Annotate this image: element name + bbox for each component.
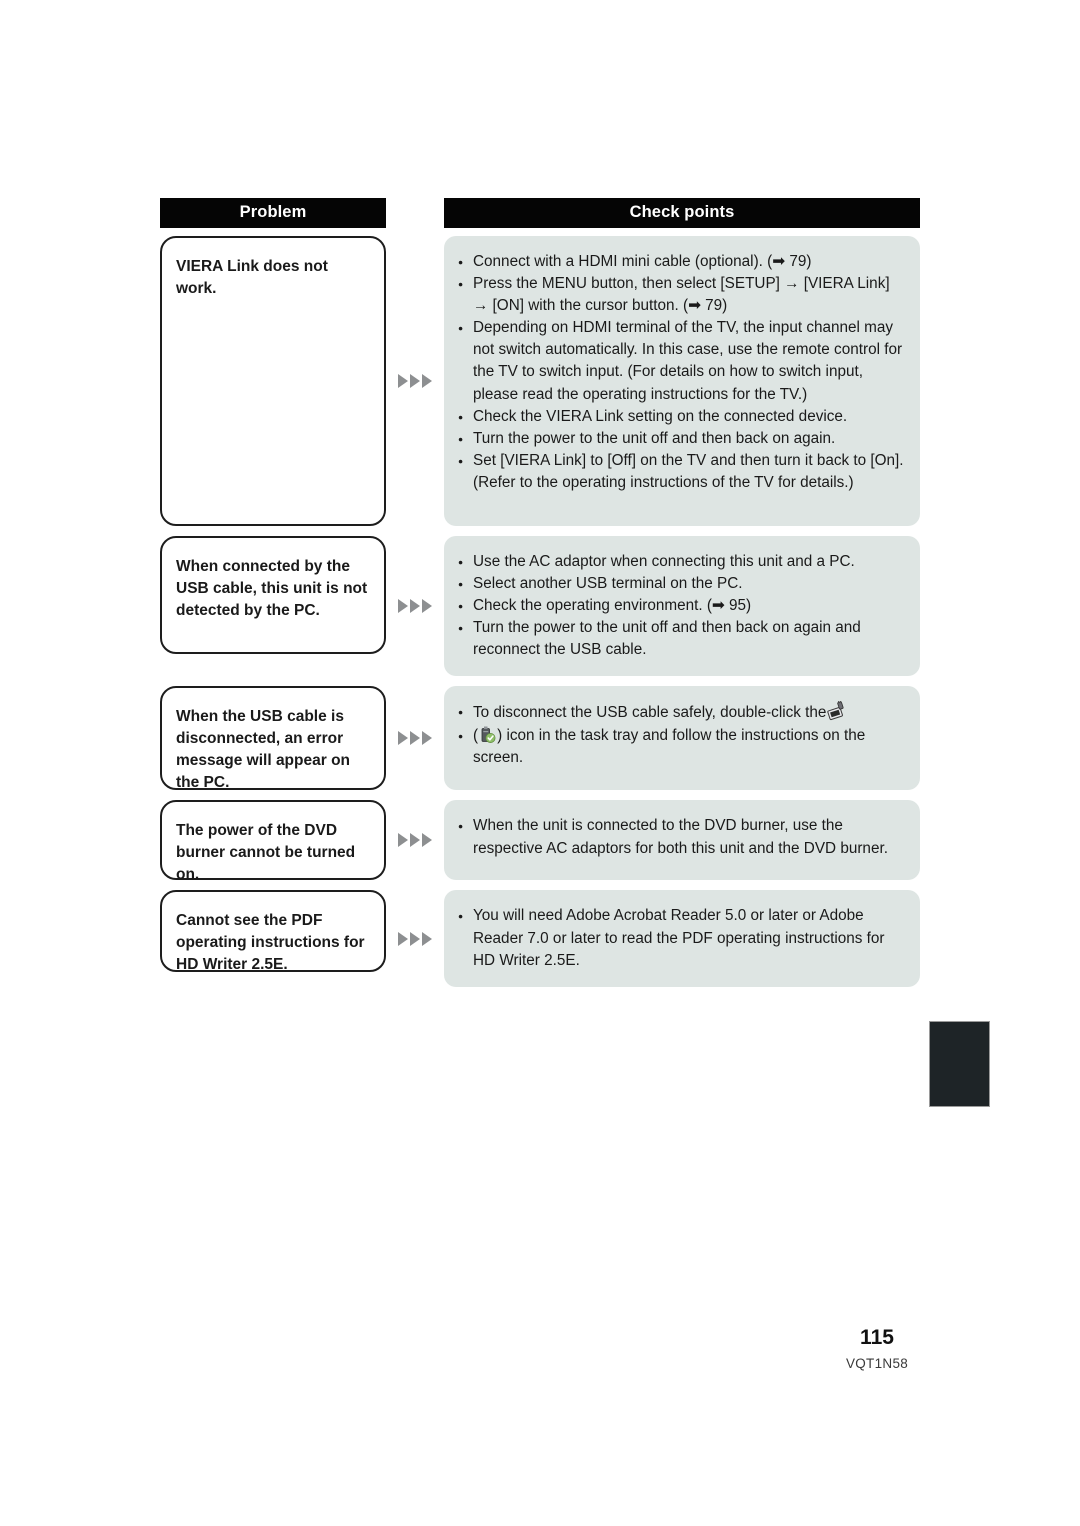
problem-cell: When the USB cable is disconnected, an e… (160, 686, 386, 791)
troubleshooting-table: VIERA Link does not work. Connect with a… (160, 236, 920, 997)
list-item: To disconnect the USB cable safely, doub… (458, 700, 904, 724)
list-item: Use the AC adaptor when connecting this … (458, 551, 904, 573)
row-arrow-indicator (386, 236, 444, 526)
check-points-list: You will need Adobe Acrobat Reader 5.0 o… (458, 905, 904, 971)
row-arrow-indicator (386, 686, 444, 790)
list-item: You will need Adobe Acrobat Reader 5.0 o… (458, 905, 904, 971)
problem-cell: Cannot see the PDF operating instruction… (160, 890, 386, 973)
list-item-text-part-2: ) icon in the task tray and follow the i… (473, 726, 866, 766)
check-points-cell: To disconnect the USB cable safely, doub… (444, 686, 920, 791)
problem-cell: VIERA Link does not work. (160, 236, 386, 526)
row-arrow-indicator (386, 800, 444, 880)
triple-triangle-icon (398, 599, 432, 614)
page-number: 115 (860, 1326, 894, 1349)
triple-triangle-icon (398, 833, 432, 848)
list-item: Depending on HDMI terminal of the TV, th… (458, 317, 904, 405)
safely-remove-hardware-icon (826, 700, 850, 721)
problem-cell: When connected by the USB cable, this un… (160, 536, 386, 654)
list-item: ( ) icon in the task tray and follow the… (458, 725, 904, 769)
check-points-cell: Use the AC adaptor when connecting this … (444, 536, 920, 677)
table-row: Cannot see the PDF operating instruction… (160, 890, 920, 987)
column-header-check-points: Check points (444, 198, 920, 228)
check-points-list: When the unit is connected to the DVD bu… (458, 815, 904, 859)
document-code: VQT1N58 (845, 1356, 909, 1371)
manual-page: Problem Check points VIERA Link does not… (0, 0, 1080, 1526)
check-points-list: Use the AC adaptor when connecting this … (458, 551, 904, 661)
list-item: Set [VIERA Link] to [Off] on the TV and … (458, 450, 904, 494)
triple-triangle-icon (398, 931, 432, 946)
check-points-cell: Connect with a HDMI mini cable (optional… (444, 236, 920, 526)
list-item: When the unit is connected to the DVD bu… (458, 815, 904, 859)
list-item: Turn the power to the unit off and then … (458, 428, 904, 450)
list-item: Select another USB terminal on the PC. (458, 573, 904, 595)
table-row: When connected by the USB cable, this un… (160, 536, 920, 677)
usb-drive-icon (478, 726, 497, 745)
problem-cell: The power of the DVD burner cannot be tu… (160, 800, 386, 883)
header-gap (386, 198, 444, 228)
row-arrow-indicator (386, 536, 444, 676)
list-item: Check the operating environment. (➡ 95) (458, 595, 904, 617)
check-points-list: To disconnect the USB cable safely, doub… (458, 700, 904, 769)
list-item: Press the MENU button, then select [SETU… (458, 273, 904, 317)
list-item: Connect with a HDMI mini cable (optional… (458, 251, 904, 273)
triple-triangle-icon (398, 731, 432, 746)
column-header-problem: Problem (160, 198, 386, 228)
list-item: Turn the power to the unit off and then … (458, 617, 904, 661)
list-item: Check the VIERA Link setting on the conn… (458, 406, 904, 428)
check-points-cell: You will need Adobe Acrobat Reader 5.0 o… (444, 890, 920, 987)
check-points-list: Connect with a HDMI mini cable (optional… (458, 251, 904, 494)
table-row: VIERA Link does not work. Connect with a… (160, 236, 920, 526)
chapter-edge-tab (929, 1021, 990, 1107)
triple-triangle-icon (398, 374, 432, 388)
table-row: The power of the DVD burner cannot be tu… (160, 800, 920, 883)
row-arrow-indicator (386, 890, 444, 986)
list-item-text-part-1: To disconnect the USB cable safely, doub… (473, 704, 827, 722)
table-header-row: Problem Check points (160, 198, 920, 228)
table-row: When the USB cable is disconnected, an e… (160, 686, 920, 791)
check-points-cell: When the unit is connected to the DVD bu… (444, 800, 920, 881)
